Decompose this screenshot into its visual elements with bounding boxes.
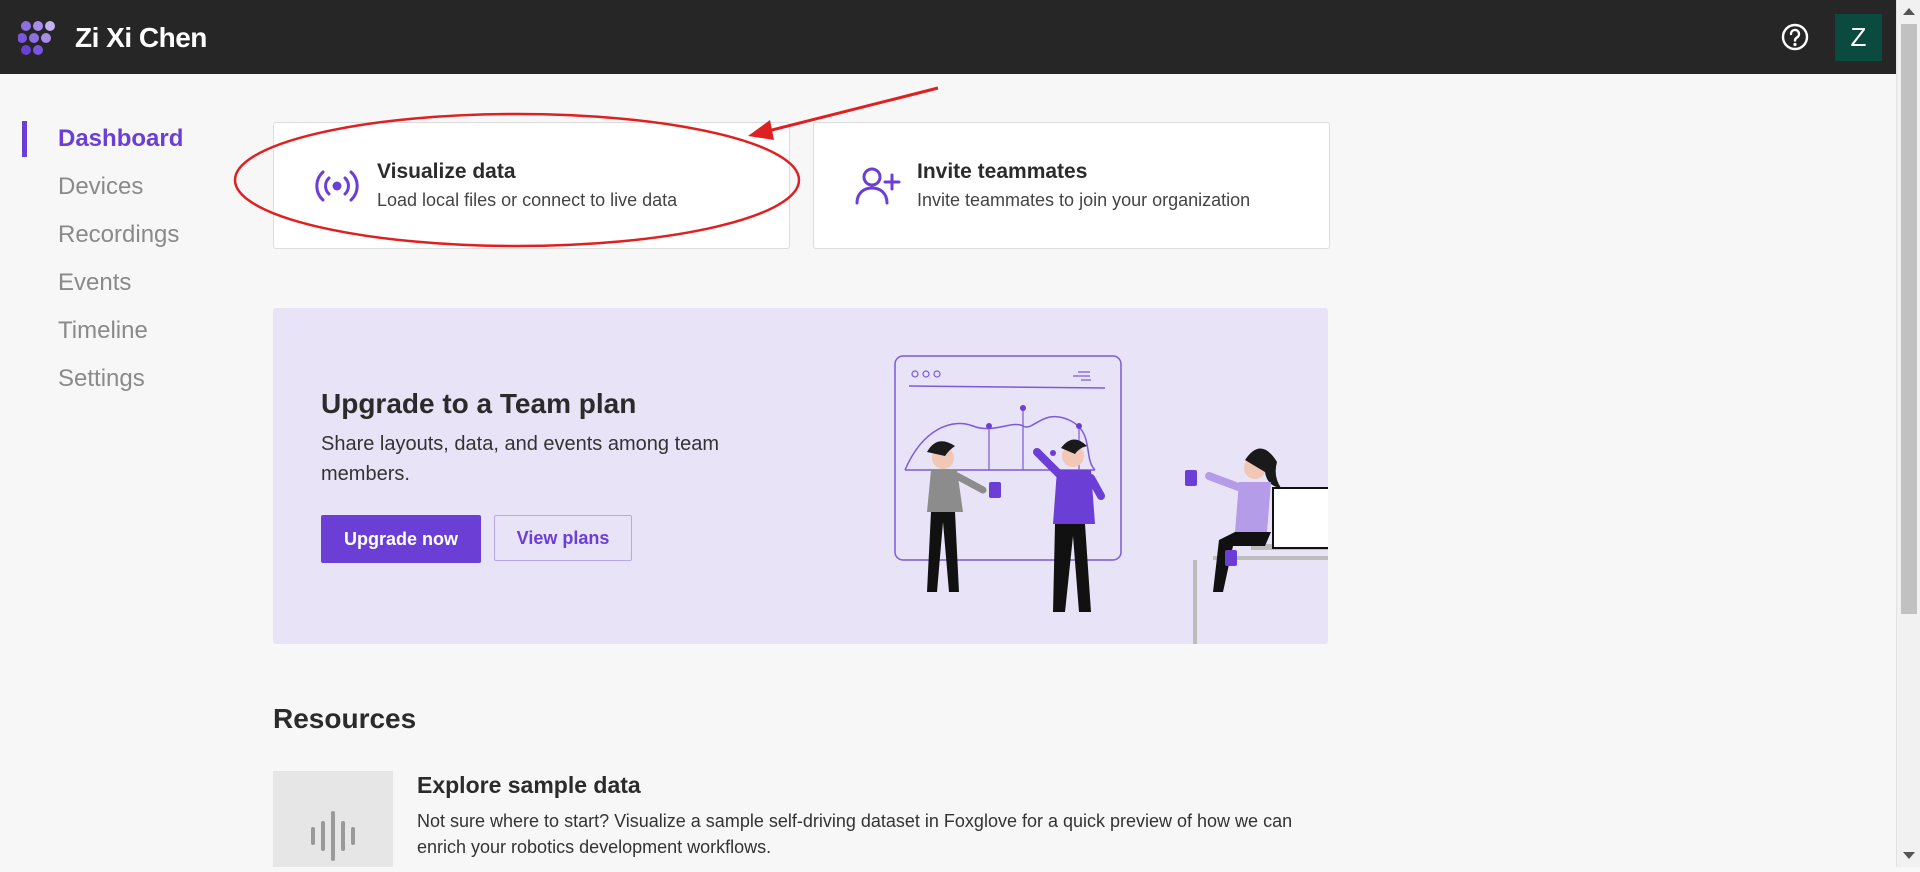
sidebar-item-dashboard[interactable]: Dashboard	[0, 115, 240, 163]
sidebar-nav: Dashboard Devices Recordings Events Time…	[0, 115, 240, 403]
resources-heading: Resources	[273, 703, 417, 734]
scroll-thumb[interactable]	[1901, 24, 1917, 614]
invite-teammates-card[interactable]: Invite teammates Invite teammates to joi…	[813, 122, 1330, 249]
broadcast-icon	[315, 170, 359, 202]
waveform-icon	[311, 811, 355, 861]
team-illustration	[894, 355, 1328, 644]
sidebar-item-devices[interactable]: Devices	[0, 163, 240, 211]
avatar[interactable]: Z	[1835, 14, 1882, 61]
explore-sample-data-description: Not sure where to start? Visualize a sam…	[417, 811, 1293, 857]
top-bar: Zi Xi Chen Z	[0, 0, 1896, 74]
scroll-up-arrow-icon[interactable]	[1903, 8, 1915, 15]
sidebar-item-timeline[interactable]: Timeline	[0, 307, 240, 355]
upgrade-banner: Upgrade to a Team plan Share layouts, da…	[273, 308, 1328, 644]
invite-teammates-subtitle: Invite teammates to join your organizati…	[917, 190, 1251, 210]
visualize-data-card[interactable]: Visualize data Load local files or conne…	[273, 122, 790, 249]
foxglove-logo-icon[interactable]	[18, 18, 60, 58]
add-user-icon	[855, 167, 901, 205]
resource-thumbnail[interactable]	[273, 771, 393, 867]
banner-title: Upgrade to a Team plan	[321, 388, 637, 419]
visualize-data-subtitle: Load local files or connect to live data	[377, 190, 678, 210]
question-circle-icon[interactable]	[1780, 22, 1810, 52]
view-plans-button[interactable]: View plans	[494, 515, 632, 561]
sidebar-item-events[interactable]: Events	[0, 259, 240, 307]
sidebar-item-settings[interactable]: Settings	[0, 355, 240, 403]
scroll-down-arrow-icon[interactable]	[1903, 852, 1915, 859]
scrollbar[interactable]	[1896, 0, 1920, 867]
upgrade-now-button[interactable]: Upgrade now	[321, 515, 481, 563]
banner-description: Share layouts, data, and events among te…	[321, 433, 720, 485]
sidebar-item-recordings[interactable]: Recordings	[0, 211, 240, 259]
visualize-data-title: Visualize data	[377, 160, 516, 183]
invite-teammates-title: Invite teammates	[917, 160, 1088, 183]
explore-sample-data-title[interactable]: Explore sample data	[417, 772, 641, 799]
org-name[interactable]: Zi Xi Chen	[75, 22, 207, 54]
